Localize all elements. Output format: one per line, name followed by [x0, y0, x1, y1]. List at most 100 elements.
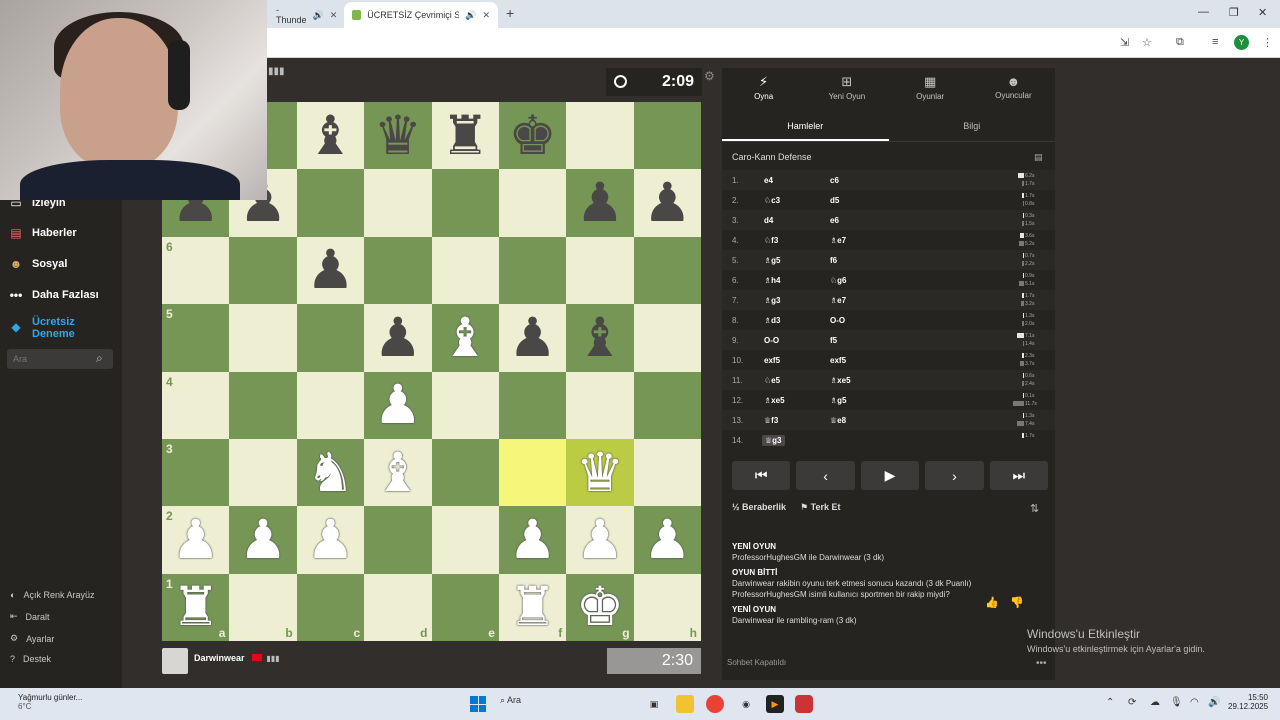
square-e1[interactable]: e [431, 573, 499, 641]
square-d2[interactable] [364, 506, 432, 574]
black-move[interactable]: ♕e8 [830, 416, 846, 425]
nav-sosyal[interactable]: ☻ Sosyal [8, 257, 68, 271]
square-b5[interactable] [229, 304, 297, 372]
white-pawn-piece[interactable]: ♟ [643, 513, 691, 567]
white-king-piece[interactable]: ♚ [576, 580, 624, 634]
square-d8[interactable]: ♛ [364, 102, 432, 170]
profile-avatar[interactable]: Y [1234, 35, 1249, 50]
white-move[interactable]: ♗d3 [764, 316, 781, 325]
white-move[interactable]: ♕f3 [764, 416, 778, 425]
square-b3[interactable] [229, 438, 297, 507]
more-options-icon[interactable]: ••• [1036, 658, 1047, 669]
white-pawn-piece[interactable]: ♟ [306, 513, 354, 567]
white-move[interactable]: ♗g3 [764, 296, 781, 305]
taskbar-search[interactable]: ⌕ Ara [500, 695, 521, 706]
square-c7[interactable] [296, 169, 365, 237]
flip-board-icon[interactable]: ⇅ [1030, 502, 1039, 515]
minimize-icon[interactable]: — [1198, 6, 1209, 18]
square-e6[interactable] [431, 236, 499, 305]
white-rook-piece[interactable]: ♜ [171, 580, 219, 634]
square-h6[interactable] [633, 236, 701, 305]
square-a3[interactable]: 3 [162, 438, 230, 507]
close-tab-icon[interactable]: ✕ [482, 10, 490, 21]
app-icon[interactable] [795, 695, 813, 713]
square-h1[interactable]: h [633, 573, 701, 641]
black-bishop-piece[interactable]: ♝ [576, 311, 624, 365]
close-tab-icon[interactable]: ✕ [330, 10, 338, 21]
wifi-icon[interactable]: ◠ [1190, 697, 1199, 708]
black-pawn-piece[interactable]: ♟ [374, 311, 422, 365]
book-icon[interactable]: ▤ [1034, 152, 1043, 163]
square-f1[interactable]: ♜ f [498, 573, 567, 641]
square-a6[interactable]: 6 [162, 236, 230, 305]
square-e7[interactable] [431, 169, 499, 237]
square-c5[interactable] [296, 304, 365, 372]
black-pawn-piece[interactable]: ♟ [306, 243, 354, 297]
black-move[interactable]: d5 [830, 196, 839, 205]
play-button[interactable]: ▶ [860, 461, 920, 490]
square-e3[interactable] [431, 438, 499, 507]
white-move[interactable]: e4 [764, 176, 773, 185]
white-move[interactable]: d4 [764, 216, 773, 225]
black-pawn-piece[interactable]: ♟ [508, 311, 556, 365]
square-c8[interactable]: ♝ [296, 102, 365, 170]
black-king-piece[interactable]: ♚ [508, 109, 556, 163]
square-a4[interactable]: 4 [162, 371, 230, 439]
square-e5[interactable]: ♝ [431, 304, 499, 372]
tab-oyuncular[interactable]: ☻ Oyuncular [972, 68, 1055, 108]
file-explorer-icon[interactable] [676, 695, 694, 713]
square-f4[interactable] [498, 371, 567, 439]
black-move[interactable]: ♗e7 [830, 236, 846, 245]
black-move[interactable]: f6 [830, 256, 837, 265]
square-a2[interactable]: ♟ 2 [162, 506, 230, 574]
black-rook-piece[interactable]: ♜ [441, 109, 489, 163]
next-move-button[interactable]: › [925, 461, 984, 490]
square-g6[interactable] [566, 236, 634, 305]
white-pawn-piece[interactable]: ♟ [374, 378, 422, 432]
square-h8[interactable] [633, 102, 701, 170]
nav-haberler[interactable]: ▤ Haberler [8, 226, 76, 240]
player-name[interactable]: Darwinwear [194, 653, 245, 663]
white-bishop-piece[interactable]: ♝ [441, 311, 489, 365]
app-icon[interactable]: ▶ [766, 695, 784, 713]
start-button[interactable] [470, 696, 486, 712]
extensions-icon[interactable]: ⧉ [1176, 36, 1184, 49]
square-g8[interactable] [566, 102, 634, 170]
white-pawn-piece[interactable]: ♟ [576, 513, 624, 567]
white-move[interactable]: ♗h4 [764, 276, 781, 285]
white-pawn-piece[interactable]: ♟ [239, 513, 287, 567]
square-b6[interactable] [229, 236, 297, 305]
white-move[interactable]: ♘f3 [764, 236, 778, 245]
nav-light-theme[interactable]: ◐ Açık Renk Arayüz [10, 590, 94, 600]
black-move[interactable]: f5 [830, 336, 837, 345]
black-pawn-piece[interactable]: ♟ [576, 176, 624, 230]
white-move[interactable]: O-O [764, 336, 779, 345]
black-move[interactable]: ♗e7 [830, 296, 846, 305]
square-e4[interactable] [431, 371, 499, 439]
black-move[interactable]: O-O [830, 316, 845, 325]
square-d6[interactable] [364, 236, 432, 305]
square-d5[interactable]: ♟ [364, 304, 432, 372]
white-move[interactable]: ♗g5 [764, 256, 781, 265]
new-tab-button[interactable]: + [506, 5, 514, 21]
square-g2[interactable]: ♟ [566, 506, 634, 574]
black-pawn-piece[interactable]: ♟ [643, 176, 691, 230]
square-d1[interactable]: d [364, 573, 432, 641]
media-icon[interactable]: ≡ [1212, 36, 1218, 48]
nav-daha-fazlasi[interactable]: ••• Daha Fazlası [8, 288, 99, 302]
search-icon[interactable]: ⌕ [96, 351, 103, 366]
weather-widget[interactable]: Yağmurlu günler... 6°C [18, 693, 82, 711]
tray-icon[interactable]: ⟳ [1128, 697, 1136, 708]
app-icon[interactable]: ◉ [737, 695, 755, 713]
prev-move-button[interactable]: ‹ [796, 461, 855, 490]
tab-chess[interactable]: ÜCRETSİZ Çevrimiçi Satranç 🔊 ✕ [344, 2, 498, 28]
black-move[interactable]: exf5 [830, 356, 846, 365]
tray-chevron-icon[interactable]: ⌃ [1106, 697, 1114, 708]
mic-icon[interactable]: 🎙 [1170, 697, 1183, 708]
black-queen-piece[interactable]: ♛ [374, 109, 422, 163]
black-move[interactable]: ♗g5 [830, 396, 847, 405]
square-f2[interactable]: ♟ [498, 506, 567, 574]
square-b4[interactable] [229, 371, 297, 439]
square-g5[interactable]: ♝ [566, 304, 634, 372]
square-e2[interactable] [431, 506, 499, 574]
